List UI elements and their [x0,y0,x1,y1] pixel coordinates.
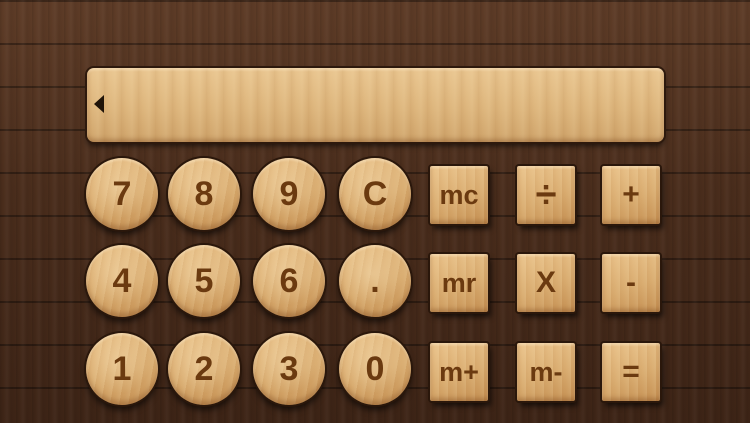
memory-recall-button[interactable]: mr [430,254,488,312]
memory-clear-button[interactable]: mc [430,166,488,224]
minus-button[interactable]: - [602,254,660,312]
digit-4-button[interactable]: 4 [86,245,158,317]
decimal-point-button[interactable]: . [339,245,411,317]
digit-7-button[interactable]: 7 [86,158,158,230]
equals-button[interactable]: = [602,343,660,401]
calculator-display [87,68,664,142]
digit-6-button[interactable]: 6 [253,245,325,317]
digit-3-button[interactable]: 3 [253,333,325,405]
digit-8-button[interactable]: 8 [168,158,240,230]
clear-button[interactable]: C [339,158,411,230]
multiply-button[interactable]: X [517,254,575,312]
memory-add-button[interactable]: m+ [430,343,488,401]
digit-0-button[interactable]: 0 [339,333,411,405]
digit-9-button[interactable]: 9 [253,158,325,230]
plus-button[interactable]: + [602,166,660,224]
digit-2-button[interactable]: 2 [168,333,240,405]
digit-5-button[interactable]: 5 [168,245,240,317]
speaker-icon[interactable] [94,95,104,113]
divide-button[interactable]: ÷ [517,166,575,224]
memory-subtract-button[interactable]: m- [517,343,575,401]
digit-1-button[interactable]: 1 [86,333,158,405]
